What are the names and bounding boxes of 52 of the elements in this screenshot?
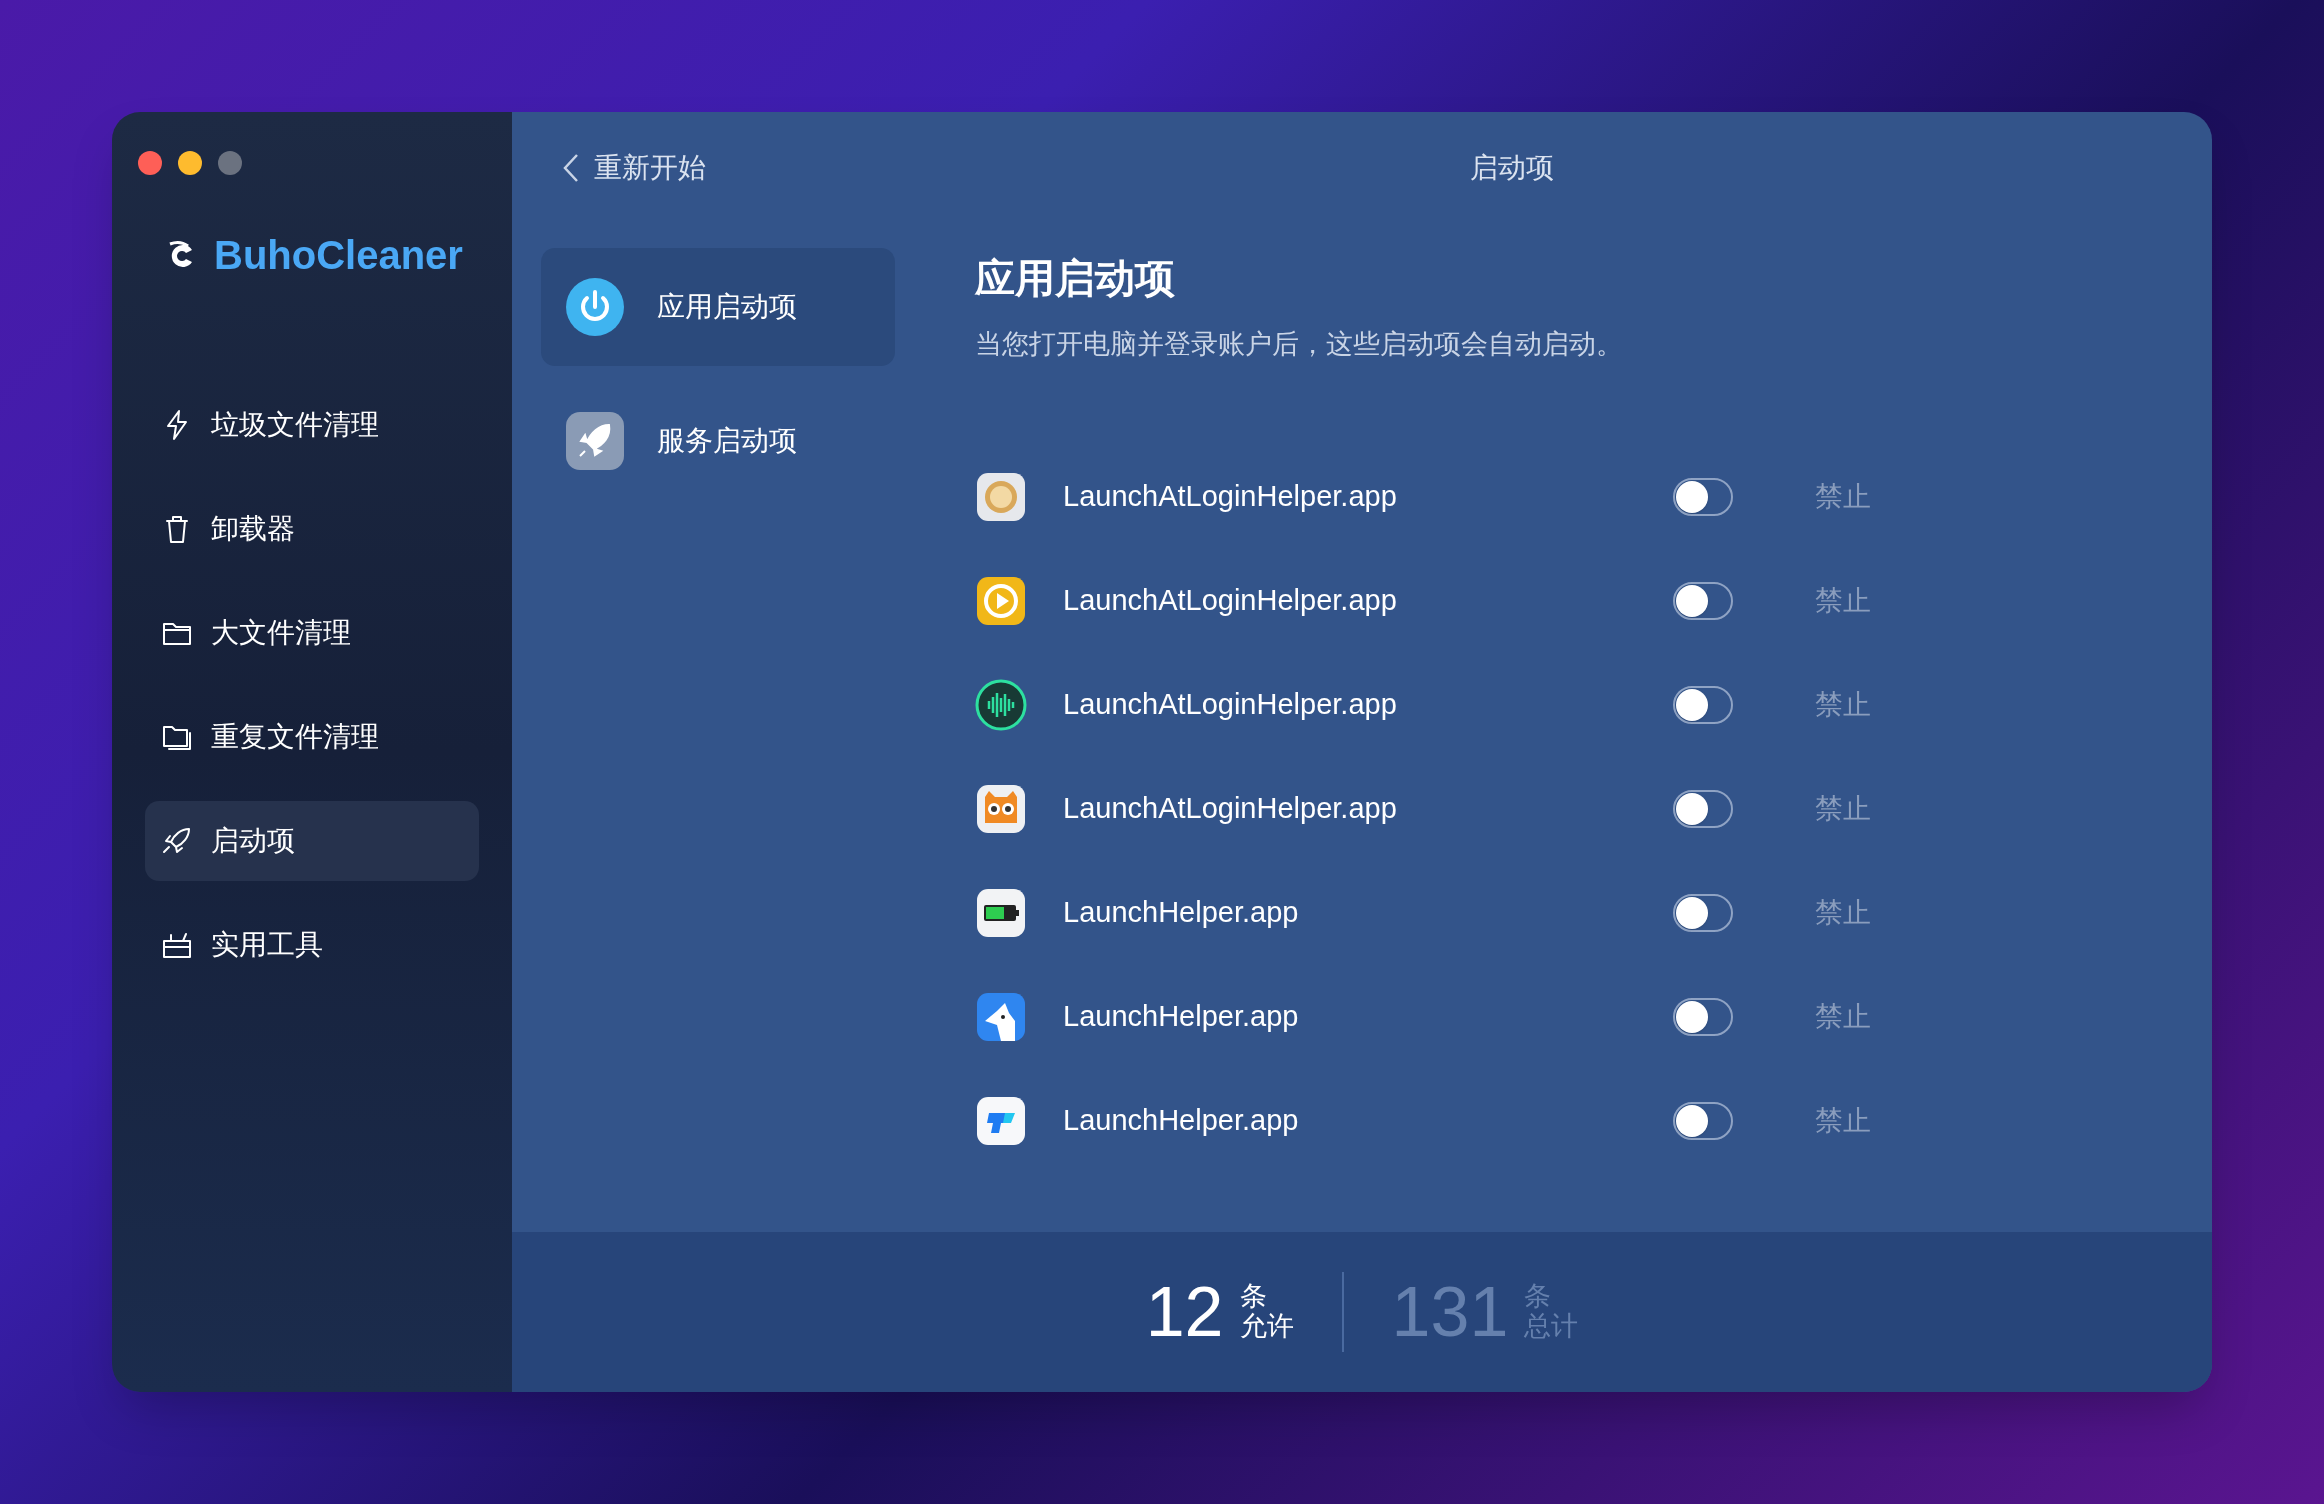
app-name: LaunchHelper.app	[1063, 998, 1300, 1034]
power-icon	[565, 277, 625, 337]
section-description: 当您打开电脑并登录账户后，这些启动项会自动启动。	[975, 328, 1624, 361]
coffee-cup-icon	[975, 470, 1027, 523]
back-button[interactable]: 重新开始	[562, 147, 706, 189]
status-label: 禁止	[1815, 895, 1871, 930]
sidebar-item[interactable]: 垃圾文件清理	[145, 385, 479, 465]
category-item[interactable]: 服务启动项	[541, 382, 895, 500]
zoom-button[interactable]	[218, 151, 242, 175]
toggle-switch[interactable]	[1673, 685, 1733, 724]
sidebar-item[interactable]: 启动项	[145, 801, 479, 881]
toggle-switch[interactable]	[1673, 789, 1733, 828]
rocket-icon	[565, 411, 625, 471]
allowed-count: 12	[1145, 1277, 1224, 1347]
waveform-icon	[975, 678, 1027, 731]
dog-icon	[975, 990, 1027, 1043]
app-name: LaunchHelper.app	[1063, 894, 1300, 930]
section-heading: 应用启动项	[975, 255, 1176, 302]
toggle-switch[interactable]	[1673, 893, 1733, 932]
status-label: 禁止	[1815, 479, 1871, 514]
close-button[interactable]	[138, 151, 162, 175]
sidebar-item[interactable]: 实用工具	[145, 905, 479, 985]
status-label: 禁止	[1815, 999, 1871, 1034]
allowed-label: 允许	[1239, 1312, 1294, 1342]
app-name: LaunchAtLoginHelper.app	[1063, 790, 1398, 826]
toggle-switch[interactable]	[1673, 477, 1733, 516]
status-label: 禁止	[1815, 687, 1871, 722]
total-label: 总计	[1524, 1312, 1579, 1342]
toggle-switch[interactable]	[1673, 581, 1733, 620]
play-icon	[975, 574, 1027, 627]
chevron-left-icon	[562, 153, 580, 183]
toggle-switch[interactable]	[1673, 1101, 1733, 1140]
sidebar-item[interactable]: 大文件清理	[145, 593, 479, 673]
owl-icon	[975, 782, 1027, 835]
app-name: LaunchAtLoginHelper.app	[1063, 478, 1398, 514]
app-name: LaunchAtLoginHelper.app	[1063, 582, 1398, 618]
app-logo: BuhoCleaner	[214, 232, 463, 279]
app-name: LaunchHelper.app	[1063, 1102, 1300, 1138]
status-label: 禁止	[1815, 1103, 1871, 1138]
toggle-switch[interactable]	[1673, 997, 1733, 1036]
minimize-button[interactable]	[178, 151, 202, 175]
status-label: 禁止	[1815, 791, 1871, 826]
status-label: 禁止	[1815, 583, 1871, 618]
window-title: 启动项	[1470, 151, 1554, 185]
total-unit: 条	[1524, 1282, 1553, 1312]
sidebar-item[interactable]: 重复文件清理	[145, 697, 479, 777]
app-name: LaunchAtLoginHelper.app	[1063, 686, 1398, 722]
sidebar-item[interactable]: 卸载器	[145, 489, 479, 569]
allowed-unit: 条	[1239, 1282, 1268, 1312]
category-item[interactable]: 应用启动项	[541, 248, 895, 366]
battery-icon	[975, 886, 1027, 939]
total-count: 131	[1391, 1277, 1509, 1347]
